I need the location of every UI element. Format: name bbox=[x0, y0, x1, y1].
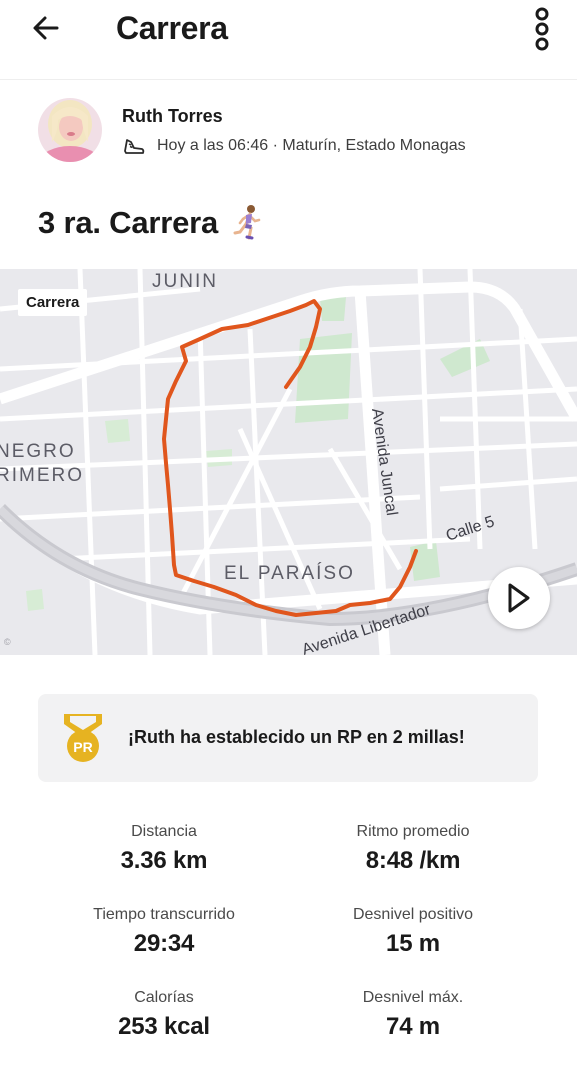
pr-medal-icon: PR bbox=[64, 714, 102, 762]
stat-label: Distancia bbox=[131, 823, 197, 840]
back-button[interactable] bbox=[26, 8, 66, 48]
more-options-button[interactable] bbox=[528, 6, 556, 52]
map-label-junin: JUNIN bbox=[152, 271, 218, 292]
activity-meta: Hoy a las 06:46 · Maturín, Estado Monaga… bbox=[122, 134, 466, 158]
avatar-image bbox=[38, 98, 102, 162]
stat-calories: Calorías 253 kcal bbox=[64, 989, 264, 1041]
stat-distance: Distancia 3.36 km bbox=[64, 823, 264, 875]
play-icon bbox=[508, 583, 530, 613]
activity-title-text: 3 ra. Carrera bbox=[38, 205, 219, 240]
map-label-paraiso: EL PARAÍSO bbox=[224, 563, 355, 584]
app-header: Carrera bbox=[0, 0, 577, 80]
map-label-negro: NEGRO bbox=[0, 441, 76, 462]
map-attribution-icon: © bbox=[4, 637, 11, 647]
stat-value: 253 kcal bbox=[118, 1013, 210, 1040]
route-map[interactable]: JUNIN NEGRO RIMERO EL PARAÍSO Avenida Ju… bbox=[0, 269, 577, 655]
stat-label: Desnivel positivo bbox=[352, 906, 474, 923]
stat-label: Ritmo promedio bbox=[356, 823, 470, 840]
activity-time-location: Hoy a las 06:46 · Maturín, Estado Monaga… bbox=[157, 137, 466, 154]
map-activity-tag: Carrera bbox=[18, 289, 88, 316]
more-vertical-icon bbox=[535, 7, 549, 51]
stat-elevation-gain: Desnivel positivo 15 m bbox=[313, 906, 513, 958]
pr-message: ¡Ruth ha establecido un RP en 2 millas! bbox=[128, 727, 465, 747]
stat-label: Tiempo transcurrido bbox=[93, 906, 235, 923]
athlete-name[interactable]: Ruth Torres bbox=[122, 106, 223, 127]
play-flyover-button[interactable] bbox=[488, 567, 550, 629]
activity-title: 3 ra. Carrera bbox=[38, 204, 264, 242]
stat-label: Desnivel máx. bbox=[362, 989, 464, 1006]
stat-value: 3.36 km bbox=[120, 847, 208, 874]
woman-running-icon bbox=[233, 205, 261, 240]
stat-pace: Ritmo promedio 8:48 /km bbox=[313, 823, 513, 875]
map-label-rimero: RIMERO bbox=[0, 465, 84, 486]
pr-badge-text: PR bbox=[73, 739, 92, 755]
stat-elapsed-time: Tiempo transcurrido 29:34 bbox=[64, 906, 264, 958]
pr-achievement-banner[interactable]: PR ¡Ruth ha establecido un RP en 2 milla… bbox=[38, 694, 538, 782]
stat-label: Calorías bbox=[134, 989, 194, 1006]
stat-value: 8:48 /km bbox=[365, 847, 461, 874]
stat-max-elevation: Desnivel máx. 74 m bbox=[313, 989, 513, 1041]
page-title: Carrera bbox=[116, 10, 228, 46]
arrow-left-icon bbox=[33, 16, 59, 40]
stat-value: 29:34 bbox=[133, 930, 195, 957]
stat-value: 15 m bbox=[386, 930, 440, 957]
running-shoe-icon bbox=[124, 139, 145, 154]
stat-value: 74 m bbox=[386, 1013, 440, 1040]
athlete-avatar[interactable] bbox=[38, 98, 102, 162]
